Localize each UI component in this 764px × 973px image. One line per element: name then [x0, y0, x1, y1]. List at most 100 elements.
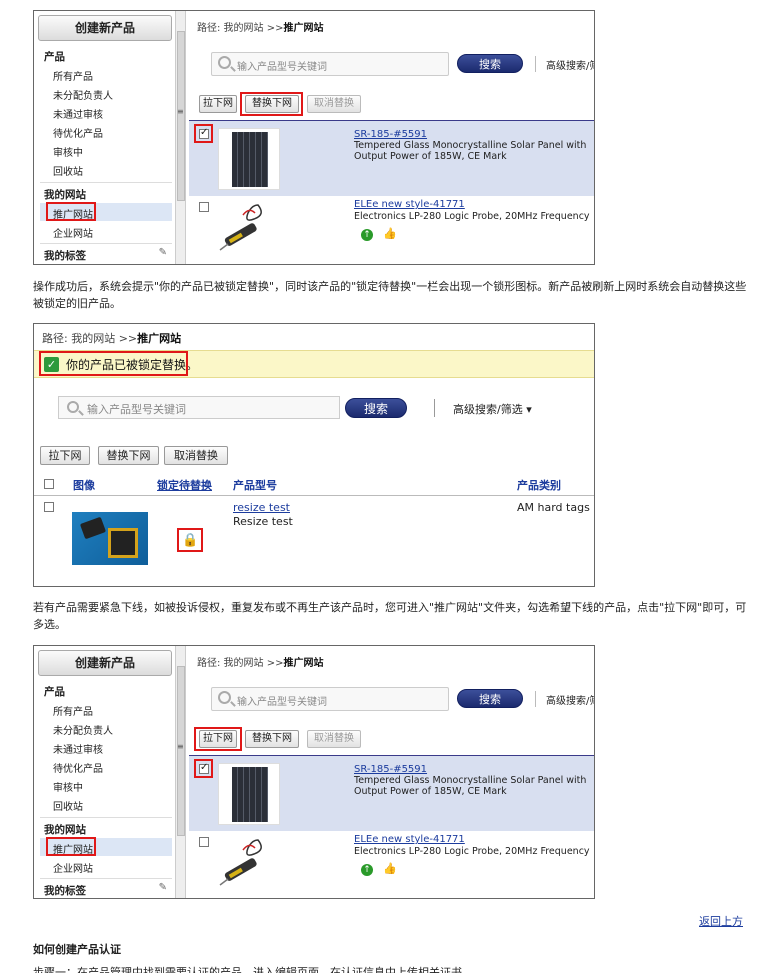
replace-offline-button[interactable]: 替换下网 — [98, 446, 159, 465]
back-to-top-link[interactable]: 返回上方 — [699, 913, 743, 929]
sidebar: 创建新产品 产品 所有产品 未分配负责人 未通过审核 待优化产品 审核中 回收站… — [34, 11, 176, 264]
product-description: Tempered Glass Monocrystalline Solar Pan… — [354, 775, 587, 797]
advanced-search-link[interactable]: 高级搜索/筛 — [546, 692, 594, 707]
table-row[interactable]: ELEe new style-41771 Electronics LP-280 … — [189, 196, 594, 264]
sidebar-group-products: 产品 — [44, 686, 65, 698]
create-product-button[interactable]: 创建新产品 — [38, 15, 172, 41]
sidebar-divider — [40, 817, 172, 818]
sidebar-item-under-review[interactable]: 审核中 — [53, 144, 83, 159]
breadcrumb: 路径: 我的网站 >>推广网站 — [197, 654, 323, 669]
search-button[interactable]: 搜索 — [345, 398, 407, 418]
product-image — [218, 763, 280, 825]
arrow-up-icon[interactable]: ↑ — [361, 864, 373, 876]
replace-offline-button[interactable]: 替换下网 — [245, 730, 299, 748]
main-panel: 路径: 我的网站 >>推广网站 输入产品型号关键词 搜索 高级搜索/筛 拉下网 … — [189, 11, 594, 264]
search-button[interactable]: 搜索 — [457, 689, 523, 708]
sidebar-group-my-tags: 我的标签 — [44, 250, 86, 262]
screenshot-locked-notice: 路径: 我的网站 >>推广网站 ✓ 你的产品已被锁定替换。 输入产品型号关键词 … — [33, 323, 595, 587]
splitter-handle-icon[interactable]: ≡ — [177, 107, 184, 116]
product-model-text: Resize test — [233, 515, 293, 528]
paragraph-pull-offline: 若有产品需要紧急下线，如被投诉侵权，重复发布或不再生产该产品时，您可进入"推广网… — [33, 601, 747, 631]
sidebar-item-under-review[interactable]: 审核中 — [53, 779, 83, 794]
sidebar-item-all-products[interactable]: 所有产品 — [53, 703, 93, 718]
sidebar-item-unassigned[interactable]: 未分配负责人 — [53, 87, 113, 102]
sidebar: 创建新产品 产品 所有产品 未分配负责人 未通过审核 待优化产品 审核中 回收站… — [34, 646, 176, 898]
sidebar-item-to-optimize[interactable]: 待优化产品 — [53, 125, 103, 140]
row-checkbox[interactable] — [199, 837, 209, 847]
row-checkbox[interactable] — [199, 202, 209, 212]
paragraph-lock-info: 操作成功后，系统会提示"你的产品已被锁定替换"，同时该产品的"锁定待替换"一栏会… — [33, 280, 747, 310]
splitter-handle-icon[interactable]: ≡ — [177, 742, 184, 751]
sidebar-scrollbar[interactable] — [176, 646, 186, 898]
pin-icon[interactable]: ✎ — [159, 247, 167, 258]
product-category: AM hard tags — [517, 501, 590, 514]
arrow-up-icon[interactable]: ↑ — [361, 229, 373, 241]
pull-offline-button[interactable]: 拉下网 — [40, 446, 90, 465]
thumbs-up-icon[interactable]: 👍 — [383, 228, 397, 240]
scrollbar-thumb[interactable] — [177, 666, 185, 836]
highlight-box — [46, 202, 96, 221]
header-divider — [34, 495, 594, 496]
sidebar-item-rejected[interactable]: 未通过审核 — [53, 106, 103, 121]
table-row[interactable]: SR-185-#5591 Tempered Glass Monocrystall… — [189, 120, 594, 196]
column-header-locked[interactable]: 锁定待替换 — [157, 477, 212, 493]
sidebar-item-recycle-bin[interactable]: 回收站 — [53, 798, 83, 813]
highlight-box — [46, 837, 96, 856]
main-panel: 路径: 我的网站 >>推广网站 输入产品型号关键词 搜索 高级搜索/筛 拉下网 … — [189, 646, 594, 898]
sidebar-item-to-optimize[interactable]: 待优化产品 — [53, 760, 103, 775]
paragraph-cut-off: 步骤一：在产品管理中找到需要认证的产品，进入编辑页面，在认证信息中上传相关证书 — [33, 966, 462, 973]
pull-offline-button[interactable]: 拉下网 — [199, 95, 237, 113]
product-title-link[interactable]: SR-185-#5591 — [354, 764, 427, 775]
cancel-replace-button: 取消替换 — [307, 730, 361, 748]
highlight-box — [194, 759, 213, 778]
highlight-box — [194, 124, 213, 143]
screenshot-pull-offline: 创建新产品 产品 所有产品 未分配负责人 未通过审核 待优化产品 审核中 回收站… — [33, 645, 595, 899]
product-description: Tempered Glass Monocrystalline Solar Pan… — [354, 140, 587, 162]
highlight-box — [39, 351, 188, 376]
column-header-category: 产品类别 — [517, 479, 561, 492]
cancel-replace-button[interactable]: 取消替换 — [164, 446, 228, 465]
advanced-search-link[interactable]: 高级搜索/筛选 ▾ — [453, 401, 532, 417]
breadcrumb-prefix[interactable]: 路径: 我的网站 >> — [197, 23, 283, 34]
sidebar-item-all-products[interactable]: 所有产品 — [53, 68, 93, 83]
breadcrumb: 路径: 我的网站 >>推广网站 — [197, 19, 323, 34]
table-row[interactable]: ELEe new style-41771 Electronics LP-280 … — [189, 831, 594, 898]
sidebar-item-company-site[interactable]: 企业网站 — [53, 860, 93, 875]
product-description: Electronics LP-280 Logic Probe, 20MHz Fr… — [354, 211, 590, 222]
product-title-link[interactable]: ELEe new style-41771 — [354, 199, 465, 210]
search-input[interactable]: 输入产品型号关键词 — [211, 52, 449, 76]
sidebar-item-unassigned[interactable]: 未分配负责人 — [53, 722, 113, 737]
search-input[interactable]: 输入产品型号关键词 — [58, 396, 340, 419]
search-placeholder: 输入产品型号关键词 — [237, 62, 327, 73]
search-button[interactable]: 搜索 — [457, 54, 523, 73]
advanced-search-link[interactable]: 高级搜索/筛 — [546, 57, 594, 72]
row-checkbox[interactable] — [44, 502, 54, 512]
product-description: Electronics LP-280 Logic Probe, 20MHz Fr… — [354, 846, 590, 857]
product-title-link[interactable]: ELEe new style-41771 — [354, 834, 465, 845]
cancel-replace-button: 取消替换 — [307, 95, 361, 113]
pin-icon[interactable]: ✎ — [159, 882, 167, 893]
search-icon — [67, 401, 79, 413]
product-image — [219, 204, 262, 251]
column-header-model: 产品型号 — [233, 479, 277, 492]
breadcrumb-prefix[interactable]: 路径: 我的网站 >> — [42, 332, 137, 345]
sidebar-item-rejected[interactable]: 未通过审核 — [53, 741, 103, 756]
thumbs-up-icon[interactable]: 👍 — [383, 863, 397, 875]
sidebar-item-company-site[interactable]: 企业网站 — [53, 225, 93, 240]
product-image — [72, 512, 148, 565]
table-row[interactable]: SR-185-#5591 Tempered Glass Monocrystall… — [189, 755, 594, 831]
breadcrumb-prefix[interactable]: 路径: 我的网站 >> — [197, 658, 283, 669]
product-title-link[interactable]: SR-185-#5591 — [354, 129, 427, 140]
search-icon — [218, 56, 231, 69]
breadcrumb-current: 推广网站 — [283, 23, 324, 34]
scrollbar-thumb[interactable] — [177, 31, 185, 201]
product-model-link[interactable]: resize test — [233, 501, 290, 514]
search-input[interactable]: 输入产品型号关键词 — [211, 687, 449, 711]
breadcrumb-current: 推广网站 — [137, 332, 182, 345]
sidebar-group-my-tags: 我的标签 — [44, 885, 86, 897]
sidebar-scrollbar[interactable] — [176, 11, 186, 264]
create-product-button[interactable]: 创建新产品 — [38, 650, 172, 676]
sidebar-item-recycle-bin[interactable]: 回收站 — [53, 163, 83, 178]
divider — [535, 56, 536, 72]
select-all-checkbox[interactable] — [44, 479, 54, 489]
